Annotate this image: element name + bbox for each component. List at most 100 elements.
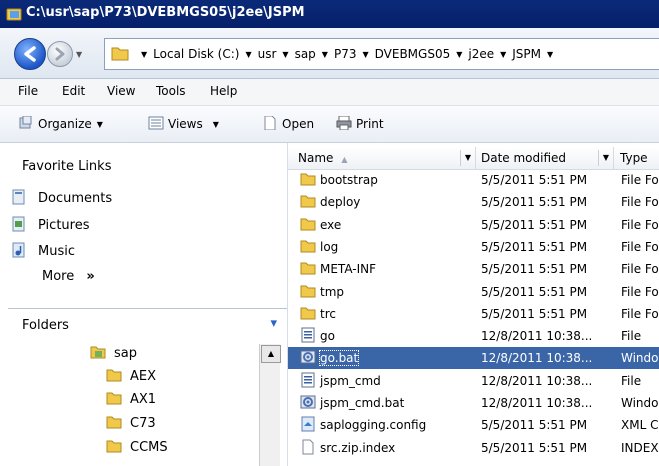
print-button[interactable]: Print — [336, 116, 384, 131]
menu-help[interactable]: Help — [210, 84, 237, 98]
breadcrumb-arrow-icon[interactable]: ▼ — [500, 50, 506, 59]
breadcrumb-arrow-icon[interactable]: ▼ — [245, 50, 251, 59]
column-filter-dropdown[interactable]: ▼ — [598, 150, 613, 166]
file-row[interactable]: bootstrap 5/5/2011 5:51 PM File Fo — [288, 169, 659, 191]
file-row[interactable]: jspm_cmd.bat 12/8/2011 10:38... Windo — [288, 392, 659, 414]
folders-header[interactable]: Folders ▾ — [8, 308, 287, 341]
file-type: File Fo — [621, 262, 659, 277]
command-toolbar: Organize ▼ Views ▼ Open Print — [0, 106, 659, 143]
tree-item-aex[interactable]: AEX — [106, 367, 156, 384]
more-links-button[interactable]: More » — [42, 269, 95, 284]
file-name: exe — [320, 217, 342, 232]
breadcrumb-arrow-icon[interactable]: ▼ — [456, 50, 462, 59]
breadcrumb-arrow-icon[interactable]: ▼ — [141, 50, 147, 59]
file-row[interactable]: trc 5/5/2011 5:51 PM File Fo — [288, 303, 659, 325]
scroll-up-arrow-icon[interactable]: ▲ — [261, 345, 281, 363]
file-type: File Fo — [621, 284, 659, 299]
column-header-label: Name — [298, 151, 334, 165]
organize-button[interactable]: Organize ▼ — [18, 116, 103, 131]
tree-item-label: sap — [114, 346, 137, 361]
file-name: jspm_cmd — [320, 373, 381, 388]
navigation-bar: ▼ ▼ Local Disk (C:) ▼ usr ▼ sap ▼ P73 ▼ DVEBMGS05… — [0, 28, 659, 79]
tree-item-label: C73 — [130, 416, 156, 431]
script-file-icon — [300, 327, 316, 343]
views-button[interactable]: Views ▼ — [148, 116, 219, 131]
favorite-link-label: Pictures — [38, 218, 90, 233]
file-row[interactable]: META-INF 5/5/2011 5:51 PM File Fo — [288, 258, 659, 280]
file-type: INDEX — [621, 440, 659, 455]
file-name-cell: go — [300, 325, 470, 347]
open-button[interactable]: Open — [262, 116, 314, 131]
file-date-modified: 5/5/2011 5:51 PM — [481, 284, 588, 299]
file-name: bootstrap — [320, 173, 378, 187]
breadcrumb-arrow-icon[interactable]: ▼ — [547, 50, 553, 59]
file-row[interactable]: saplogging.config 5/5/2011 5:51 PM XML C — [288, 414, 659, 436]
tree-scrollbar[interactable]: ▲ — [259, 344, 281, 466]
folder-icon — [300, 216, 316, 232]
file-row[interactable]: src.zip.index 5/5/2011 5:51 PM INDEX — [288, 437, 659, 459]
breadcrumb-item[interactable]: j2ee — [468, 47, 494, 61]
file-name-cell: trc — [300, 303, 470, 325]
back-button[interactable] — [14, 38, 46, 70]
favorite-link-pictures[interactable]: Pictures — [12, 216, 89, 233]
breadcrumb-item[interactable]: usr — [258, 47, 277, 61]
music-icon — [12, 242, 25, 258]
breadcrumb-item[interactable]: P73 — [334, 47, 357, 61]
breadcrumb-arrow-icon[interactable]: ▼ — [282, 50, 288, 59]
breadcrumb-item[interactable]: Local Disk (C:) — [153, 47, 239, 61]
file-row[interactable]: deploy 5/5/2011 5:51 PM File Fo — [288, 191, 659, 213]
file-date-modified: 5/5/2011 5:51 PM — [481, 418, 588, 433]
favorite-link-documents[interactable]: Documents — [12, 189, 112, 206]
folder-icon — [106, 416, 122, 429]
menu-view[interactable]: View — [107, 84, 135, 98]
file-name: log — [320, 239, 339, 254]
favorite-link-music[interactable]: Music — [12, 242, 75, 259]
menu-file[interactable]: File — [18, 84, 38, 98]
breadcrumb-arrow-icon[interactable]: ▼ — [322, 50, 328, 59]
file-type: File Fo — [621, 173, 659, 187]
tree-item-sap[interactable]: sap — [90, 344, 137, 361]
tree-item-ax1[interactable]: AX1 — [106, 390, 156, 407]
column-header-type[interactable]: Type — [614, 147, 659, 169]
file-row[interactable]: jspm_cmd 12/8/2011 10:38... File — [288, 370, 659, 392]
file-row[interactable]: go 12/8/2011 10:38... File — [288, 325, 659, 347]
file-type: File Fo — [621, 306, 659, 321]
file-name-cell: META-INF — [300, 258, 470, 280]
tree-item-c73[interactable]: C73 — [106, 414, 156, 431]
menu-tools[interactable]: Tools — [156, 84, 186, 98]
file-row[interactable]: tmp 5/5/2011 5:51 PM File Fo — [288, 281, 659, 303]
forward-button[interactable] — [47, 41, 73, 67]
file-type: File — [621, 329, 642, 344]
address-bar[interactable]: ▼ Local Disk (C:) ▼ usr ▼ sap ▼ P73 ▼ DVEBMGS05 ▼ j… — [104, 38, 659, 70]
recent-pages-dropdown[interactable]: ▼ — [76, 50, 82, 59]
file-type: Windo — [621, 396, 659, 410]
file-row[interactable]: exe 5/5/2011 5:51 PM File Fo — [288, 214, 659, 236]
title-bar[interactable]: C:\usr\sap\P73\DVEBMGS05\j2ee\JSPM — [0, 0, 659, 28]
breadcrumb-item[interactable]: sap — [295, 47, 316, 61]
pictures-icon — [12, 216, 25, 232]
column-header-date-modified[interactable]: Date modified ▼ — [476, 147, 614, 169]
file-name: saplogging.config — [320, 418, 427, 433]
file-row[interactable]: go.bat 12/8/2011 10:38... Windo — [288, 347, 659, 370]
document-icon — [300, 439, 316, 455]
column-header-name[interactable]: Name ▲ ▼ — [288, 147, 476, 169]
file-name-cell: bootstrap — [300, 169, 470, 191]
file-type: File Fo — [621, 195, 659, 210]
file-type: XML C — [621, 418, 659, 433]
file-date-modified: 12/8/2011 10:38... — [481, 329, 593, 344]
menu-edit[interactable]: Edit — [62, 84, 85, 98]
file-list: Name ▲ ▼ Date modified ▼ Type bootstrap 5/… — [288, 143, 659, 466]
arrow-right-icon — [55, 47, 65, 61]
tree-item-ccms[interactable]: CCMS — [106, 438, 168, 455]
breadcrumb-item[interactable]: JSPM — [512, 47, 541, 61]
folder-icon — [106, 392, 122, 405]
file-name-cell: src.zip.index — [300, 437, 470, 459]
favorite-link-label: Music — [38, 244, 75, 259]
column-filter-dropdown[interactable]: ▼ — [460, 150, 475, 166]
window-title: C:\usr\sap\P73\DVEBMGS05\j2ee\JSPM — [26, 5, 305, 20]
batch-file-icon — [300, 349, 316, 365]
breadcrumb-item[interactable]: DVEBMGS05 — [375, 47, 451, 61]
breadcrumb-arrow-icon[interactable]: ▼ — [362, 50, 368, 59]
folder-icon — [300, 171, 316, 187]
file-row[interactable]: log 5/5/2011 5:51 PM File Fo — [288, 236, 659, 258]
